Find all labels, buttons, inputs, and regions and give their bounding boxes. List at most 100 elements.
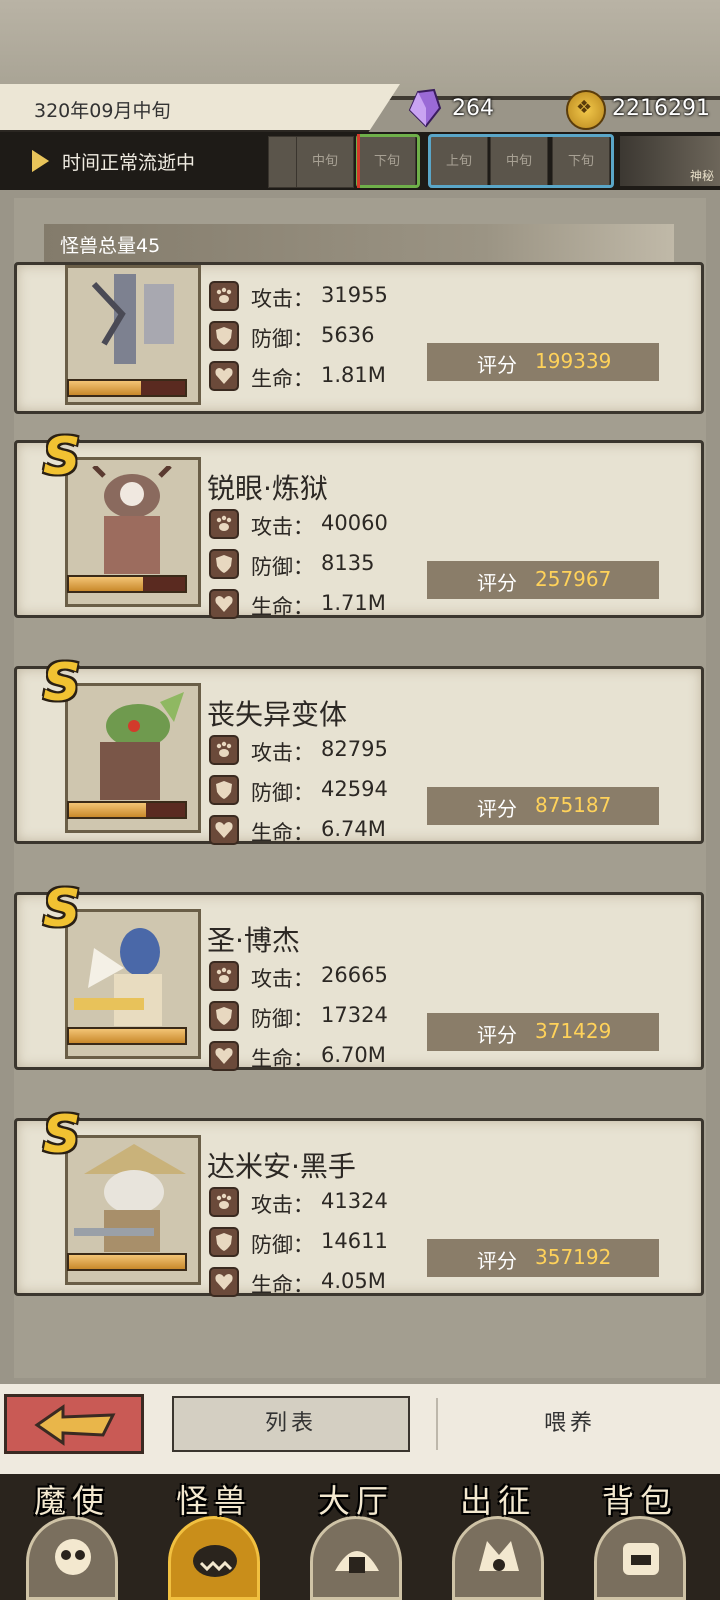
defense-value: 14611 <box>321 1229 388 1253</box>
defense-label: 防御： <box>251 327 314 351</box>
attack-value: 82795 <box>321 737 388 761</box>
nav-item-mage[interactable]: 魔使 <box>2 1474 142 1600</box>
attack-label: 攻击： <box>251 1193 314 1217</box>
defense-value: 42594 <box>321 777 388 801</box>
paw-icon <box>209 1187 239 1217</box>
attack-value: 31955 <box>321 283 388 307</box>
monster-card[interactable]: S 圣·博杰 攻击： 26665 防御： 17324 生命： 6.70M 评分 … <box>14 879 704 1071</box>
nav-label: 大厅 <box>317 1482 394 1520</box>
shield-icon <box>209 1001 239 1031</box>
nav-label: 魔使 <box>33 1482 110 1520</box>
hp-bar-fill <box>69 577 144 591</box>
hp-label: 生命： <box>251 1273 314 1297</box>
crystal-icon[interactable] <box>404 88 444 128</box>
defense-label: 防御： <box>251 555 314 579</box>
current-period-frame <box>356 134 420 188</box>
shield-icon <box>209 775 239 805</box>
hp-value: 1.81M <box>321 363 386 387</box>
monster-icon <box>168 1516 260 1600</box>
nav-item-hall[interactable]: 大厅 <box>286 1474 426 1600</box>
rank-badge: S <box>43 653 81 713</box>
score-value: 199339 <box>535 349 612 373</box>
mystery-button[interactable]: 神秘 <box>620 136 720 186</box>
time-slot[interactable]: 中旬 <box>296 136 354 188</box>
shield-icon <box>209 549 239 579</box>
attack-label: 攻击： <box>251 287 314 311</box>
hp-label: 生命： <box>251 595 314 619</box>
hp-bar <box>67 575 187 593</box>
rank-badge: S <box>43 879 81 939</box>
back-button[interactable] <box>4 1394 144 1454</box>
time-status: 时间正常流逝中 <box>62 152 196 174</box>
defense-value: 17324 <box>321 1003 388 1027</box>
attack-value: 40060 <box>321 511 388 535</box>
hp-bar-fill <box>69 381 141 395</box>
monster-name: 锐眼·炼狱 <box>207 472 328 505</box>
score-value: 875187 <box>535 793 612 817</box>
attack-label: 攻击： <box>251 741 314 765</box>
gold-coin-icon[interactable]: ❖ <box>566 90 606 130</box>
score-box: 评分 875187 <box>427 787 659 825</box>
monster-card[interactable]: S 锐眼·炼狱 攻击： 40060 防御： 8135 生命： 1.71M 评分 … <box>14 427 704 619</box>
monster-name: 达米安·黑手 <box>207 1150 356 1183</box>
monster-name: 圣·博杰 <box>207 924 300 957</box>
expedition-icon <box>452 1516 544 1600</box>
mystery-label: 神秘 <box>689 169 714 183</box>
rank-badge: S <box>43 427 81 487</box>
shield-icon <box>209 1227 239 1257</box>
hp-bar-fill <box>69 803 146 817</box>
hp-label: 生命： <box>251 1047 314 1071</box>
gold-count: 2216291 <box>612 96 710 121</box>
hp-bar-fill <box>69 1255 185 1269</box>
paw-icon <box>209 961 239 991</box>
score-label: 评分 <box>477 797 517 821</box>
hp-value: 4.05M <box>321 1269 386 1293</box>
monster-card[interactable]: 攻击： 31955 防御： 5636 生命： 1.81M 评分 199339 <box>14 262 704 414</box>
attack-label: 攻击： <box>251 515 314 539</box>
hp-value: 6.74M <box>321 817 386 841</box>
paw-icon <box>209 281 239 311</box>
defense-label: 防御： <box>251 1007 314 1031</box>
nav-item-monster[interactable]: 怪兽 <box>144 1474 284 1600</box>
tab-divider <box>436 1398 438 1450</box>
hp-label: 生命： <box>251 367 314 391</box>
hp-value: 1.71M <box>321 591 386 615</box>
defense-value: 5636 <box>321 323 375 347</box>
hp-bar <box>67 801 187 819</box>
skull-icon <box>26 1516 118 1600</box>
defense-label: 防御： <box>251 781 314 805</box>
monster-name: 丧失异变体 <box>207 698 348 731</box>
heart-icon <box>209 1041 239 1071</box>
paw-icon <box>209 509 239 539</box>
hp-bar-fill <box>69 1029 185 1043</box>
heart-icon <box>209 361 239 391</box>
score-label: 评分 <box>477 353 517 377</box>
tab-list[interactable]: 列表 <box>172 1396 410 1452</box>
hp-bar <box>67 1027 187 1045</box>
nav-item-backpack[interactable]: 背包 <box>570 1474 710 1600</box>
tab-feed[interactable]: 喂养 <box>470 1396 670 1452</box>
score-label: 评分 <box>477 571 517 595</box>
score-box: 评分 199339 <box>427 343 659 381</box>
play-icon[interactable] <box>28 146 54 176</box>
hall-icon <box>310 1516 402 1600</box>
score-box: 评分 357192 <box>427 1239 659 1277</box>
back-arrow-icon <box>34 1404 116 1446</box>
game-date: 320年09月中旬 <box>34 100 171 122</box>
nav-label: 怪兽 <box>175 1482 252 1520</box>
nav-item-expedition[interactable]: 出征 <box>428 1474 568 1600</box>
score-value: 257967 <box>535 567 612 591</box>
nav-label: 背包 <box>601 1482 678 1520</box>
crystal-count: 264 <box>452 96 494 121</box>
defense-label: 防御： <box>251 1233 314 1257</box>
defense-value: 8135 <box>321 551 375 575</box>
heart-icon <box>209 589 239 619</box>
monster-card[interactable]: S 丧失异变体 攻击： 82795 防御： 42594 生命： 6.74M 评分… <box>14 653 704 845</box>
heart-icon <box>209 1267 239 1297</box>
monster-card[interactable]: S 达米安·黑手 攻击： 41324 防御： 14611 生命： 4.05M 评… <box>14 1105 704 1297</box>
hp-bar <box>67 1253 187 1271</box>
backpack-icon <box>594 1516 686 1600</box>
paw-icon <box>209 735 239 765</box>
next-month-frame <box>428 134 614 188</box>
attack-value: 41324 <box>321 1189 388 1213</box>
